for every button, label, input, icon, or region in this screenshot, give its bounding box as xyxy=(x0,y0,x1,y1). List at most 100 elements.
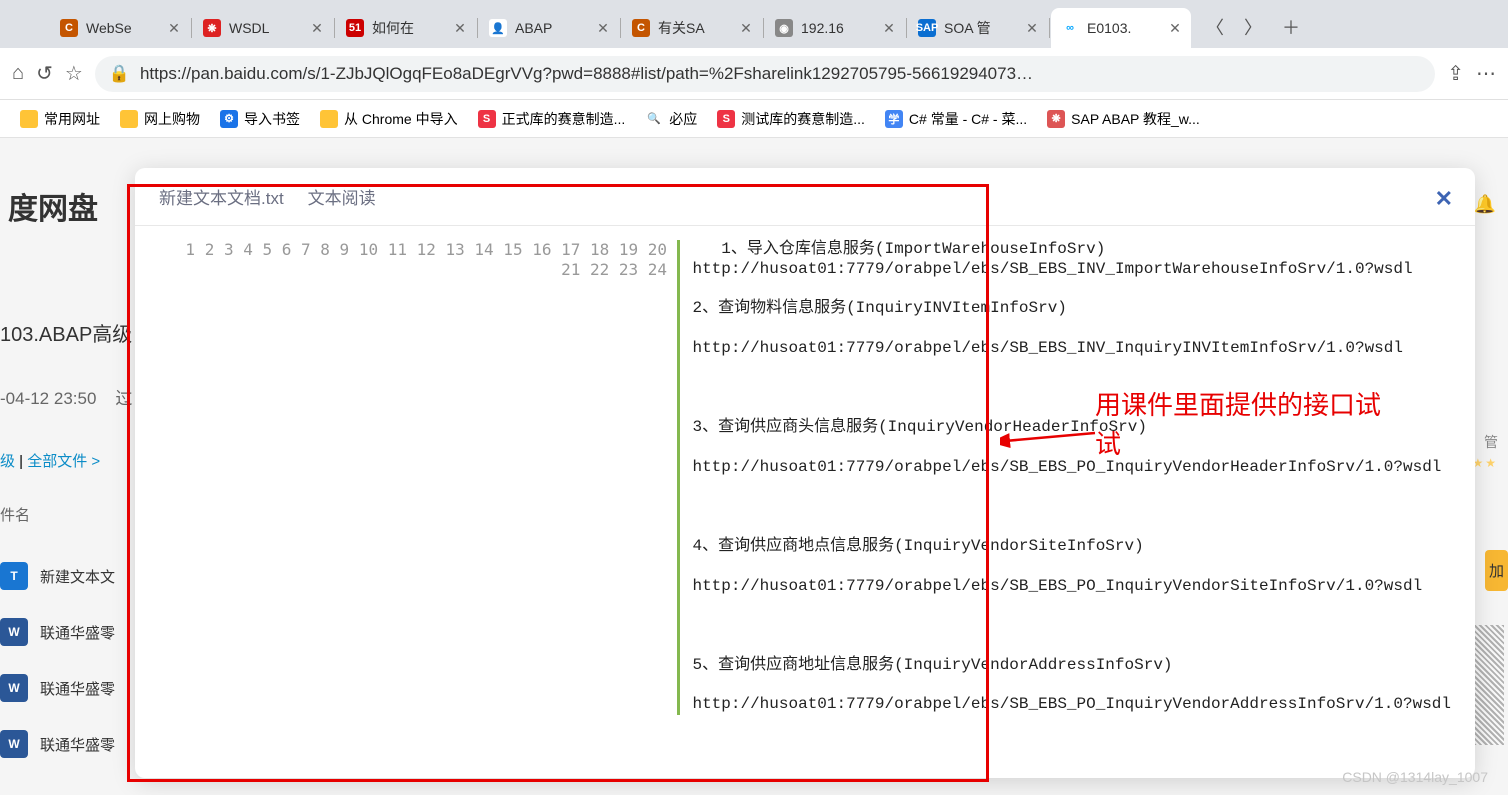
browser-tab[interactable]: ◉ 192.16✕ xyxy=(765,8,905,48)
bell-icon[interactable]: 🔔 xyxy=(1474,194,1496,215)
file-type-icon: W xyxy=(0,674,28,702)
home-icon[interactable]: ⌂ xyxy=(12,62,24,85)
bookmark-label: 从 Chrome 中导入 xyxy=(344,109,458,129)
tab-new-icon[interactable]: ＋ xyxy=(1282,14,1300,40)
file-name: 联通华盛零 xyxy=(40,622,115,643)
bookmark-label: SAP ABAP 教程_w... xyxy=(1071,109,1200,129)
tab-next-icon[interactable]: 〉 xyxy=(1244,14,1262,40)
tab-title: E0103. xyxy=(1087,20,1163,36)
browser-tab[interactable]: 👤ABAP✕ xyxy=(479,8,619,48)
bookmark-item[interactable]: S正式库的赛意制造... xyxy=(470,105,634,133)
bookmark-favicon: ❋ xyxy=(1047,110,1065,128)
breadcrumb-link[interactable]: 级 xyxy=(0,453,15,470)
bookmark-item[interactable]: 从 Chrome 中导入 xyxy=(312,105,466,133)
text-preview-modal: 新建文本文档.txt 文本阅读 ✕ 1 2 3 4 5 6 7 8 9 10 1… xyxy=(135,168,1475,778)
browser-tab[interactable]: C 有关SA✕ xyxy=(622,8,762,48)
timestamp: -04-12 23:50 过 xyxy=(0,384,132,409)
bookmark-favicon xyxy=(120,110,138,128)
tab-close-icon[interactable]: ✕ xyxy=(166,20,182,36)
bookmark-label: 正式库的赛意制造... xyxy=(502,109,626,129)
tab-title: 192.16 xyxy=(801,20,877,36)
watermark: CSDN @1314lay_1007 xyxy=(1342,769,1488,785)
file-list: T新建文本文 W 联通华盛零 W 联通华盛零 W 联通华盛零 xyxy=(0,548,115,772)
tab-close-icon[interactable]: ✕ xyxy=(309,20,325,36)
bookmark-item[interactable]: S测试库的赛意制造... xyxy=(709,105,873,133)
tab-favicon: ❋ xyxy=(203,19,221,37)
side-text: 管 xyxy=(1484,432,1498,452)
bookmark-label: 网上购物 xyxy=(144,109,200,129)
bookmark-item[interactable]: ⚙导入书签 xyxy=(212,105,308,133)
browser-tab[interactable]: 51 如何在✕ xyxy=(336,8,476,48)
bookmark-favicon: 学 xyxy=(885,110,903,128)
star-icon[interactable]: ☆ xyxy=(65,61,83,86)
bookmark-favicon: 🔍 xyxy=(645,110,663,128)
tab-title: 有关SA xyxy=(658,18,734,38)
file-type-icon: W xyxy=(0,730,28,758)
browser-tab[interactable]: ❋ WSDL✕ xyxy=(193,8,333,48)
bookmark-item[interactable]: 🔍 必应 xyxy=(637,105,705,133)
menu-dots-icon[interactable]: ⋯ xyxy=(1476,61,1496,86)
browser-tab[interactable]: ∞ E0103.✕ xyxy=(1051,8,1191,48)
toolbar-right: 🔔 xyxy=(1474,194,1496,215)
tab-favicon: ◉ xyxy=(775,19,793,37)
tab-title: WebSe xyxy=(86,20,162,36)
file-type-icon: W xyxy=(0,618,28,646)
column-header: 件名 xyxy=(0,504,30,525)
bookmark-label: 常用网址 xyxy=(44,109,100,129)
modal-mode[interactable]: 文本阅读 xyxy=(308,184,376,209)
bookmark-item[interactable]: 常用网址 xyxy=(12,105,108,133)
file-name: 联通华盛零 xyxy=(40,678,115,699)
code-content[interactable]: 1、导入仓库信息服务(ImportWarehouseInfoSrv) http:… xyxy=(692,240,1451,715)
tab-close-icon[interactable]: ✕ xyxy=(452,20,468,36)
tab-title: 如何在 xyxy=(372,18,448,38)
bookmark-item[interactable]: ❋ SAP ABAP 教程_w... xyxy=(1039,105,1208,133)
tab-close-icon[interactable]: ✕ xyxy=(881,20,897,36)
address-bar: ⌂ ↺ ☆ 🔒 https://pan.baidu.com/s/1-ZJbJQl… xyxy=(0,48,1508,100)
tab-favicon: 51 xyxy=(346,19,364,37)
bookmarks-bar: 常用网址网上购物⚙导入书签从 Chrome 中导入S正式库的赛意制造...🔍必应… xyxy=(0,100,1508,138)
file-row[interactable]: W 联通华盛零 xyxy=(0,660,115,716)
url-text: https://pan.baidu.com/s/1-ZJbJQlOgqFEo8a… xyxy=(140,64,1033,84)
bookmark-label: 必应 xyxy=(669,109,697,129)
bookmark-favicon: S xyxy=(717,110,735,128)
qr-code xyxy=(1474,625,1504,745)
tab-favicon: ∞ xyxy=(1061,19,1079,37)
bookmark-item[interactable]: 学 C# 常量 - C# - 菜... xyxy=(877,105,1035,133)
tab-favicon: C xyxy=(632,19,650,37)
file-row[interactable]: W 联通华盛零 xyxy=(0,716,115,772)
tab-favicon: 👤 xyxy=(489,19,507,37)
close-icon[interactable]: ✕ xyxy=(1435,186,1453,212)
bookmark-favicon: ⚙ xyxy=(220,110,238,128)
browser-tab[interactable]: SAPSOA 管✕ xyxy=(908,8,1048,48)
file-row[interactable]: T新建文本文 xyxy=(0,548,115,604)
tab-prev-icon[interactable]: 〈 xyxy=(1206,14,1224,40)
bookmark-item[interactable]: 网上购物 xyxy=(112,105,208,133)
modal-header: 新建文本文档.txt 文本阅读 ✕ xyxy=(135,168,1475,226)
folder-title: 103.ABAP高级 xyxy=(0,318,132,347)
lock-icon: 🔒 xyxy=(109,64,130,84)
browser-tabs-bar: CWebSe✕❋WSDL✕51如何在✕👤ABAP✕C有关SA✕◉192.16✕S… xyxy=(0,0,1508,48)
file-row[interactable]: W 联通华盛零 xyxy=(0,604,115,660)
action-button[interactable]: 加 xyxy=(1485,550,1508,591)
url-field[interactable]: 🔒 https://pan.baidu.com/s/1-ZJbJQlOgqFEo… xyxy=(95,56,1435,92)
bookmark-favicon xyxy=(320,110,338,128)
breadcrumb[interactable]: 级 | 全部文件 > xyxy=(0,450,100,471)
bookmark-favicon xyxy=(20,110,38,128)
tab-favicon: C xyxy=(60,19,78,37)
tab-close-icon[interactable]: ✕ xyxy=(1024,20,1040,36)
modal-filename[interactable]: 新建文本文档.txt xyxy=(159,184,284,209)
reload-icon[interactable]: ↺ xyxy=(36,61,53,86)
share-icon[interactable]: ⇪ xyxy=(1447,61,1464,86)
tab-close-icon[interactable]: ✕ xyxy=(595,20,611,36)
browser-tab[interactable]: C WebSe✕ xyxy=(50,8,190,48)
brand-logo: 度网盘 xyxy=(0,176,106,236)
annotation-text: 用课件里面提供的接口试 试 xyxy=(1095,386,1381,464)
tab-close-icon[interactable]: ✕ xyxy=(1167,20,1183,36)
bookmark-label: C# 常量 - C# - 菜... xyxy=(909,109,1027,129)
file-type-icon: T xyxy=(0,562,28,590)
annotation-arrow xyxy=(1000,427,1100,457)
breadcrumb-link[interactable]: 全部文件 > xyxy=(27,453,100,470)
file-name: 联通华盛零 xyxy=(40,734,115,755)
tab-close-icon[interactable]: ✕ xyxy=(738,20,754,36)
tab-title: WSDL xyxy=(229,20,305,36)
